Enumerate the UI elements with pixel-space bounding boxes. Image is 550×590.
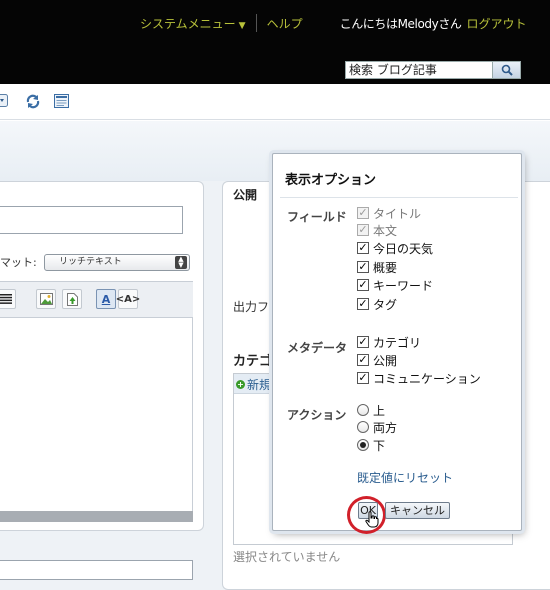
checkbox-checked-icon[interactable]: ✓	[357, 298, 369, 310]
none-selected-text: 選択されていません	[233, 550, 341, 564]
action-option[interactable]: 下	[357, 437, 385, 453]
field-option: ✓ タイトル	[357, 205, 421, 221]
system-menu-label: システムメニュー	[140, 16, 236, 31]
search-box: 検索 ブログ記事	[345, 61, 521, 79]
magnifier-icon	[501, 64, 513, 76]
search-button[interactable]	[492, 62, 520, 78]
editor-scrollbar[interactable]	[0, 511, 193, 522]
dialog-title: 表示オプション	[285, 173, 377, 188]
cancel-button[interactable]: キャンセル	[385, 502, 450, 519]
action-option-label: 下	[373, 438, 386, 453]
layout-icon[interactable]	[54, 94, 69, 111]
checkbox-checked-icon[interactable]: ✓	[357, 279, 369, 291]
field-option[interactable]: ✓ 今日の天気	[357, 240, 433, 256]
title-input[interactable]	[0, 206, 183, 234]
new-category-label: 新規	[247, 378, 272, 392]
insert-image-icon[interactable]	[36, 289, 56, 309]
text-color-icon[interactable]: A	[96, 289, 116, 309]
editor-body[interactable]	[0, 318, 193, 511]
checkbox-checked-icon[interactable]: ✓	[357, 336, 369, 348]
metadata-section-label: メタデータ	[287, 341, 348, 355]
logout-link[interactable]: ログアウト	[467, 15, 527, 32]
system-menu-link[interactable]: システムメニュー ▼	[140, 15, 246, 32]
field-option-label: タグ	[373, 297, 398, 312]
checkbox-checked-icon[interactable]: ✓	[357, 372, 369, 384]
action-section-label: アクション	[287, 408, 347, 422]
radio-selected-icon[interactable]	[357, 439, 369, 451]
meta-option-label: 公開	[373, 353, 398, 368]
text-color-glyph: A	[101, 292, 111, 306]
field-option-label: 本文	[373, 223, 398, 238]
radio-dot	[360, 442, 366, 448]
field-option[interactable]: ✓ タグ	[357, 296, 397, 312]
fields-section-label: フィールド	[287, 210, 347, 224]
field-option-label: タイトル	[373, 206, 422, 221]
dialog-divider	[280, 197, 518, 198]
hand-cursor-icon	[365, 511, 379, 531]
action-option-label: 上	[373, 403, 386, 418]
meta-option-label: コミュニケーション	[373, 371, 481, 386]
bottom-input[interactable]	[0, 560, 193, 580]
format-label: マット:	[0, 256, 37, 269]
search-input[interactable]: 検索 ブログ記事	[346, 62, 492, 78]
editor-toolbar: A <A>	[0, 281, 193, 318]
output-label: 出力フ	[233, 300, 270, 314]
radio-icon[interactable]	[357, 404, 369, 416]
insert-file-icon[interactable]	[62, 289, 82, 309]
field-option[interactable]: ✓ キーワード	[357, 277, 433, 293]
action-option[interactable]: 両方	[357, 419, 397, 435]
radio-icon[interactable]	[357, 421, 369, 433]
nav-divider	[255, 14, 257, 32]
align-icon[interactable]	[0, 289, 16, 309]
dropdown-icon[interactable]	[0, 94, 8, 110]
field-option: ✓ 本文	[357, 222, 397, 238]
field-option[interactable]: ✓ 概要	[357, 259, 397, 275]
checkbox-checked-icon[interactable]: ✓	[357, 242, 369, 254]
meta-option-label: カテゴリ	[373, 335, 422, 350]
chevron-down-icon: ▼	[238, 20, 246, 31]
plus-icon: +	[236, 380, 245, 389]
html-mode-glyph: <A>	[115, 293, 141, 305]
field-option-label: 概要	[373, 260, 398, 275]
page-toolbar	[0, 84, 550, 120]
help-link[interactable]: ヘルプ	[267, 15, 303, 32]
action-option-label: 両方	[373, 420, 398, 435]
meta-option[interactable]: ✓ カテゴリ	[357, 334, 421, 350]
checkbox-checked-icon[interactable]: ✓	[357, 354, 369, 366]
html-mode-icon[interactable]: <A>	[115, 289, 141, 309]
greeting-text: こんにちはMelodyさん	[339, 16, 462, 31]
reset-defaults-link[interactable]: 既定値にリセット	[357, 469, 453, 486]
format-select-value: リッチテキスト	[59, 257, 122, 267]
checkbox-checked-icon[interactable]: ✓	[357, 261, 369, 273]
refresh-icon[interactable]	[25, 94, 41, 112]
field-option-label: 今日の天気	[373, 241, 434, 256]
action-option[interactable]: 上	[357, 402, 385, 418]
select-arrows-icon: ▲ ▼	[175, 256, 187, 269]
checkbox-checked-icon: ✓	[357, 223, 369, 236]
new-category-link[interactable]: + 新規	[236, 376, 271, 393]
meta-option[interactable]: ✓ 公開	[357, 352, 397, 368]
meta-option[interactable]: ✓ コミュニケーション	[357, 370, 481, 386]
category-title: カテゴ	[233, 354, 273, 369]
top-nav: システムメニュー ▼ ヘルプ こんにちはMelodyさん ログアウト	[140, 14, 527, 32]
format-select[interactable]: リッチテキスト ▲ ▼	[44, 254, 190, 271]
checkbox-checked-icon: ✓	[357, 206, 369, 219]
publish-title: 公開	[233, 188, 258, 202]
field-option-label: キーワード	[373, 278, 434, 293]
